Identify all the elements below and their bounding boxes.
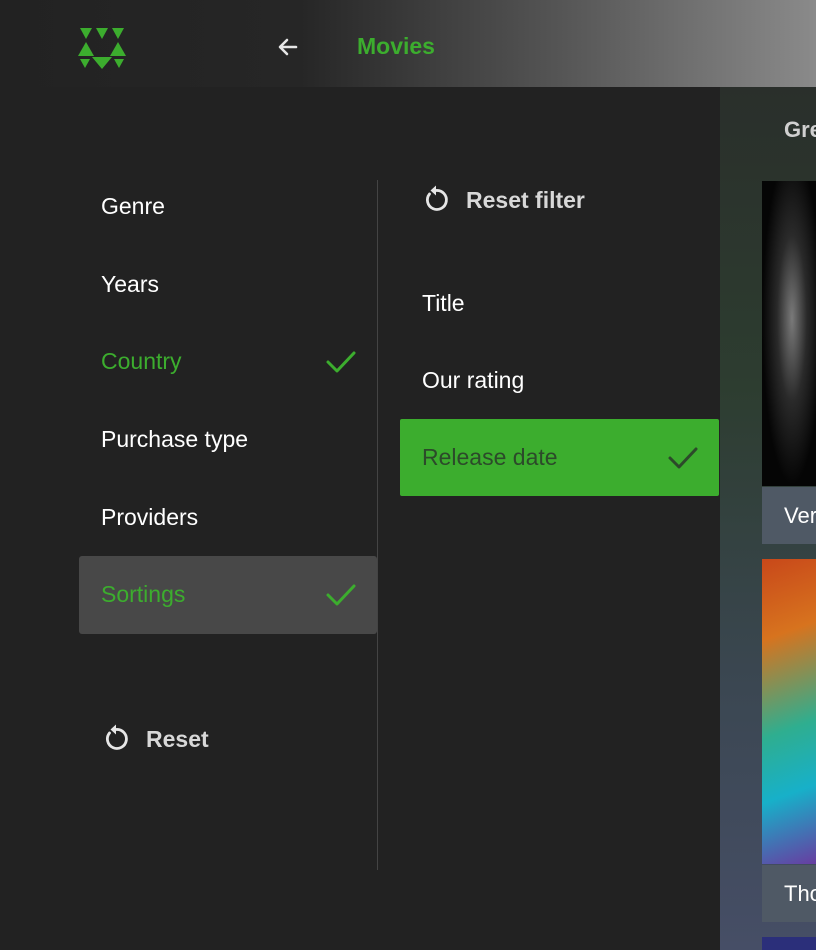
sort-option-release-date[interactable]: Release date xyxy=(400,419,719,496)
filter-item-sortings[interactable]: Sortings xyxy=(79,555,377,634)
filter-item-label: Purchase type xyxy=(101,426,249,453)
sort-option-our-rating[interactable]: Our rating xyxy=(400,342,719,419)
sort-option-label: Our rating xyxy=(422,367,525,393)
panel-divider xyxy=(377,180,378,870)
filter-item-label: Sortings xyxy=(101,581,186,608)
page-title: Movies xyxy=(357,33,435,59)
filter-item-genre[interactable]: Genre xyxy=(79,168,377,246)
arrow-left-icon[interactable] xyxy=(274,33,302,61)
filter-item-label: Providers xyxy=(101,503,199,530)
filter-item-purchase-type[interactable]: Purchase type xyxy=(79,401,377,479)
top-bar: Movies xyxy=(0,0,816,87)
reset-button[interactable]: Reset xyxy=(100,720,209,758)
filter-item-label: Years xyxy=(101,270,159,297)
sort-option-label: Title xyxy=(422,290,465,316)
reset-filter-label: Reset filter xyxy=(466,186,585,213)
reset-label: Reset xyxy=(146,725,209,752)
filter-item-country[interactable]: Country xyxy=(79,323,377,401)
movie-poster[interactable] xyxy=(762,559,816,864)
movie-title[interactable]: Ver xyxy=(762,487,816,544)
movie-poster[interactable] xyxy=(762,181,816,486)
movie-title[interactable]: Tho xyxy=(762,865,816,922)
rotate-ccw-icon xyxy=(426,185,448,211)
filter-item-label: Genre xyxy=(101,193,165,220)
sort-options-list: Title Our rating Release date xyxy=(400,265,719,496)
filter-category-menu: Genre Years Country Purchase type Provid… xyxy=(79,168,377,634)
check-icon xyxy=(326,351,356,373)
sort-option-label: Release date xyxy=(422,444,558,470)
rotate-ccw-icon xyxy=(106,724,128,750)
reset-filter-button[interactable]: Reset filter xyxy=(420,181,585,219)
filter-item-years[interactable]: Years xyxy=(79,246,377,324)
sort-option-title[interactable]: Title xyxy=(400,265,719,342)
movie-poster[interactable] xyxy=(762,937,816,950)
brand-logo[interactable] xyxy=(78,26,126,70)
check-icon xyxy=(326,584,356,606)
check-icon xyxy=(668,447,698,468)
filter-item-providers[interactable]: Providers xyxy=(79,478,377,556)
filter-item-label: Country xyxy=(101,348,182,375)
section-heading: Gre xyxy=(784,117,816,142)
